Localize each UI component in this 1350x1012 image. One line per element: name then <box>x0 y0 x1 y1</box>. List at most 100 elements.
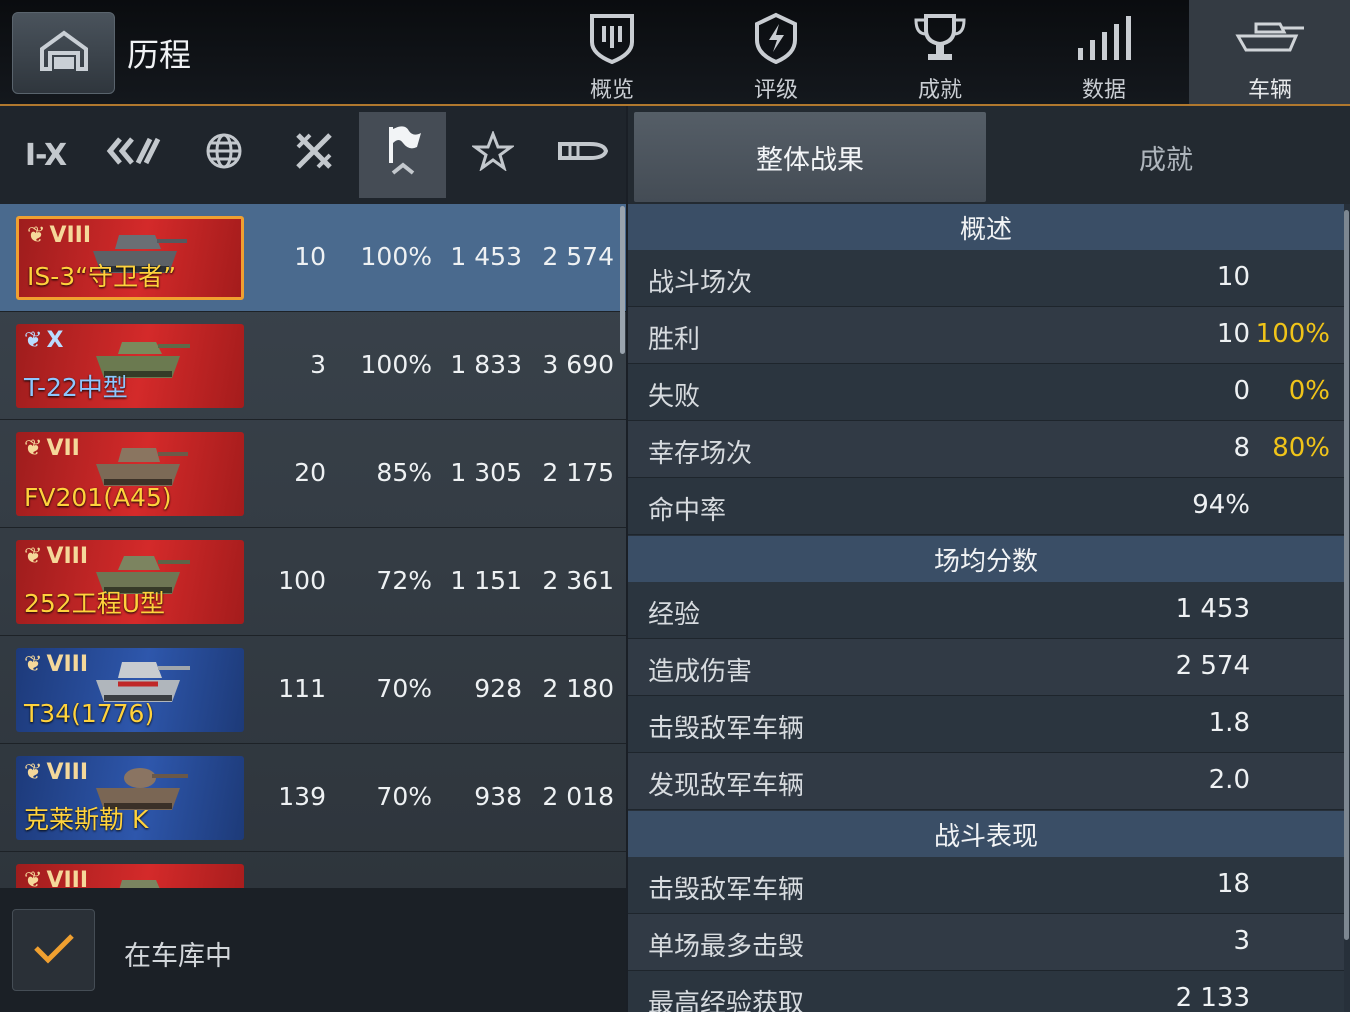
laurel-icon: ❦ <box>24 760 43 785</box>
vehicle-row[interactable]: ❦ VII FV201(A45) 20 85% 1 305 2 175 <box>0 420 626 528</box>
trophy-icon <box>910 10 970 66</box>
avg-experience: 1 833 <box>450 350 522 379</box>
tier-filter-button[interactable]: I-X <box>2 112 89 198</box>
tab-overview-label: 概览 <box>589 78 634 103</box>
stat-value: 8 <box>1233 433 1250 463</box>
globe-icon <box>205 132 243 178</box>
vehicle-card[interactable]: ❦ VIII 克莱斯勒 K <box>16 756 244 840</box>
stats-panel: 整体战果 成就 概述 战斗场次 10 胜利 10 100% 失败 0 0% 幸存… <box>628 106 1350 1012</box>
vehicle-card[interactable]: ❦ VII FV201(A45) <box>16 432 244 516</box>
stat-label: 单场最多击毁 <box>648 932 805 962</box>
section-header-overview: 概述 <box>628 204 1344 250</box>
stat-value: 10 <box>1216 319 1250 349</box>
vehicle-row[interactable]: ❦ VIII 克莱斯勒 K 139 70% 938 2 018 <box>0 744 626 852</box>
favorite-star-filter-button[interactable] <box>449 112 536 198</box>
stats-scrollbar[interactable] <box>1344 210 1349 940</box>
vehicle-row[interactable]: ❦ VIII T34(1776) 111 70% 928 2 180 <box>0 636 626 744</box>
vehicle-row[interactable]: ❦ VIII <box>0 852 626 888</box>
avg-experience: 938 <box>474 782 522 811</box>
tier-filter-label: I-X <box>24 137 67 173</box>
stat-row: 命中率 94% <box>628 478 1344 535</box>
tab-vehicle-achievements[interactable]: 成就 <box>990 112 1342 202</box>
tab-overview[interactable]: 概览 <box>531 0 693 104</box>
filter-bar: I-X <box>0 106 626 204</box>
vehicle-class-icon <box>106 135 162 175</box>
stat-label: 战斗场次 <box>648 268 753 298</box>
ammo-filter-button[interactable] <box>538 112 625 198</box>
tab-vehicles[interactable]: 车辆 <box>1189 0 1350 104</box>
stat-value: 18 <box>1216 869 1250 899</box>
vehicle-card[interactable]: ❦ X T-22中型 <box>16 324 244 408</box>
stat-label: 经验 <box>648 600 701 630</box>
battle-type-filter-button[interactable] <box>270 112 357 198</box>
battles-count: 20 <box>294 458 326 487</box>
battles-count: 10 <box>294 242 326 271</box>
stat-label: 发现敌军车辆 <box>648 771 805 801</box>
section-header-performance: 战斗表现 <box>628 811 1344 857</box>
vehicle-tier: ❦ VIII <box>24 760 89 785</box>
section-header-averages: 场均分数 <box>628 536 1344 582</box>
laurel-icon: ❦ <box>24 652 43 677</box>
stat-label: 失败 <box>648 382 701 412</box>
stat-value: 2 574 <box>1175 651 1250 681</box>
win-rate: 85% <box>376 458 432 487</box>
vehicle-name: IS-3“守卫者” <box>27 262 177 291</box>
avg-experience: 1 151 <box>450 566 522 595</box>
vehicle-name: 252工程U型 <box>24 589 166 618</box>
vehicle-card[interactable]: ❦ VIII IS-3“守卫者” <box>16 216 244 300</box>
stat-row: 击毁敌军车辆 18 <box>628 857 1344 914</box>
vehicle-list-scrollbar[interactable] <box>620 206 625 354</box>
avg-damage: 2 175 <box>542 458 614 487</box>
in-garage-checkbox[interactable] <box>12 909 95 991</box>
stat-label: 造成伤害 <box>648 657 753 687</box>
star-icon <box>469 129 516 179</box>
tab-vehicles-label: 车辆 <box>1247 78 1292 103</box>
laurel-icon: ❦ <box>24 544 43 569</box>
home-button[interactable] <box>12 12 115 94</box>
stat-value: 3 <box>1233 926 1250 956</box>
vehicle-row[interactable]: ❦ X T-22中型 3 100% 1 833 3 690 <box>0 312 626 420</box>
stat-percent: 100% <box>1255 319 1330 349</box>
avg-damage: 3 690 <box>542 350 614 379</box>
stat-row: 击毁敌军车辆 1.8 <box>628 696 1344 753</box>
tank-image-icon <box>88 870 192 888</box>
vehicle-class-filter-button[interactable] <box>90 112 177 198</box>
stat-percent: 0% <box>1288 376 1330 406</box>
vehicle-list[interactable]: ❦ VIII IS-3“守卫者” 10 100% 1 453 2 574 ❦ X T… <box>0 204 626 888</box>
stat-value: 0 <box>1233 376 1250 406</box>
vehicle-name: T34(1776) <box>24 699 155 728</box>
rating-shield-icon <box>753 10 799 66</box>
stat-row: 胜利 10 100% <box>628 307 1344 364</box>
win-rate: 100% <box>360 242 432 271</box>
vehicle-tier: ❦ VIII <box>24 652 89 677</box>
sort-flag-filter-button[interactable] <box>359 112 446 198</box>
vehicle-card[interactable]: ❦ VIII <box>16 864 244 888</box>
stat-row: 最高经验获取 2 133 <box>628 971 1344 1012</box>
vehicle-card[interactable]: ❦ VIII T34(1776) <box>16 648 244 732</box>
tab-rating-label: 评级 <box>753 78 798 103</box>
hangar-icon <box>38 29 90 77</box>
stat-value: 94% <box>1192 490 1250 520</box>
vehicle-card[interactable]: ❦ VIII 252工程U型 <box>16 540 244 624</box>
tab-achievements[interactable]: 成就 <box>859 0 1021 104</box>
stat-percent: 80% <box>1272 433 1330 463</box>
flag-icon <box>383 123 423 187</box>
stat-label: 胜利 <box>648 325 701 355</box>
avg-damage: 2 180 <box>542 674 614 703</box>
vehicle-tier: ❦ VII <box>24 436 80 461</box>
stats-subtabs: 整体战果 成就 <box>628 106 1350 204</box>
stat-row: 单场最多击毁 3 <box>628 914 1344 971</box>
stat-label: 击毁敌军车辆 <box>648 875 805 905</box>
avg-experience: 1 453 <box>450 242 522 271</box>
avg-damage: 2 361 <box>542 566 614 595</box>
vehicle-tier: ❦ VIII <box>24 868 88 888</box>
vehicle-row[interactable]: ❦ VIII 252工程U型 100 72% 1 151 2 361 <box>0 528 626 636</box>
tab-statistics[interactable]: 数据 <box>1023 0 1185 104</box>
top-bar: 历程 概览 评级 成就 数据 车辆 <box>0 0 1350 106</box>
tab-overall-results[interactable]: 整体战果 <box>634 112 986 202</box>
vehicle-row[interactable]: ❦ VIII IS-3“守卫者” 10 100% 1 453 2 574 <box>0 204 626 312</box>
nation-filter-button[interactable] <box>180 112 267 198</box>
laurel-icon: ❦ <box>27 223 46 248</box>
stat-label: 击毁敌军车辆 <box>648 714 805 744</box>
tab-rating[interactable]: 评级 <box>695 0 857 104</box>
